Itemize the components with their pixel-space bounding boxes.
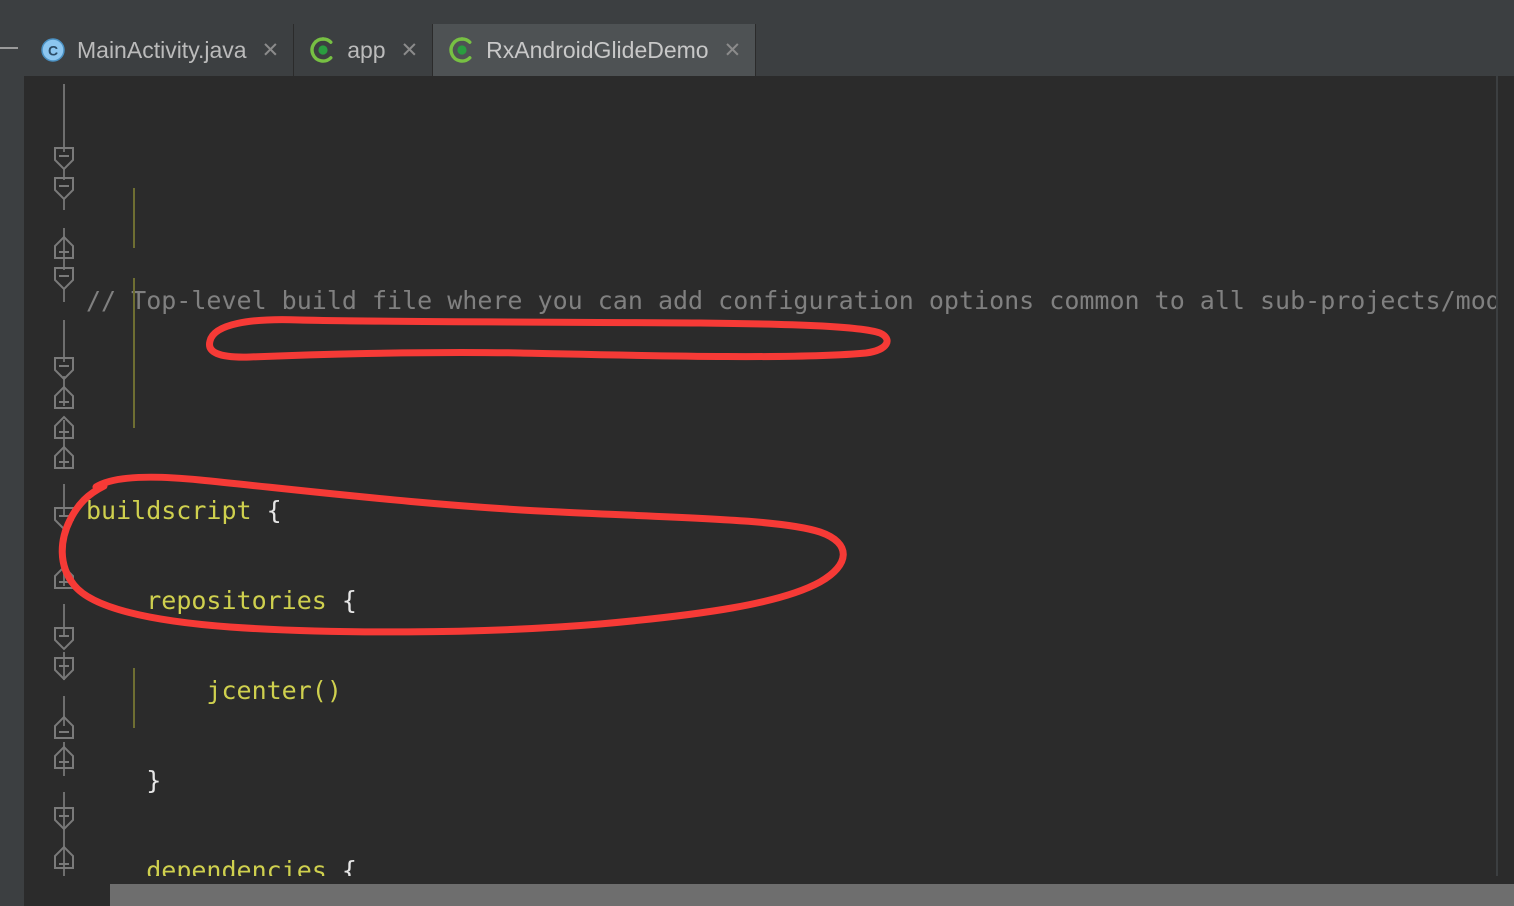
code-token-jcenter: jcenter() — [206, 676, 342, 705]
code-token-dependencies: dependencies — [146, 856, 327, 876]
code-editor[interactable]: // Top-level build file where you can ad… — [24, 76, 1514, 876]
code-line: dependencies { — [86, 856, 1514, 876]
tab-label: app — [347, 36, 386, 63]
tab-label: MainActivity.java — [77, 36, 247, 63]
gradle-icon — [310, 37, 333, 63]
indent-guide — [133, 278, 135, 428]
tab-rxandroidglidedemo[interactable]: RxAndroidGlideDemo ✕ — [433, 24, 757, 76]
code-line: } — [86, 766, 1514, 796]
ide-window: st) C MainActivity.java ✕ app ✕ — [0, 0, 1514, 906]
scrollbar-thumb[interactable] — [110, 884, 1514, 906]
code-token-brace: { — [251, 496, 282, 525]
editor-gutter[interactable] — [24, 76, 86, 876]
code-line: // Top-level build file where you can ad… — [86, 286, 1514, 315]
code-line: jcenter() — [86, 676, 1514, 706]
code-text-area[interactable]: // Top-level build file where you can ad… — [86, 76, 1514, 876]
java-class-icon: C — [41, 38, 65, 62]
tab-close-icon[interactable]: ✕ — [262, 40, 280, 61]
scrollbar-track[interactable] — [24, 884, 110, 906]
indent-guide — [133, 668, 135, 728]
tab-label: RxAndroidGlideDemo — [486, 36, 709, 63]
fold-markers[interactable] — [24, 76, 86, 876]
code-token-brace: } — [146, 766, 162, 795]
code-line: repositories { — [86, 586, 1514, 616]
arrow-left-icon[interactable] — [0, 42, 20, 54]
tab-close-icon[interactable]: ✕ — [401, 40, 419, 61]
editor-right-filler — [1498, 76, 1514, 876]
code-line: buildscript { — [86, 496, 1514, 526]
svg-text:C: C — [48, 43, 58, 59]
tab-app[interactable]: app ✕ — [294, 24, 434, 76]
horizontal-scrollbar[interactable] — [24, 884, 1514, 906]
code-token-brace: { — [326, 856, 357, 876]
tab-main-activity[interactable]: C MainActivity.java ✕ — [24, 24, 295, 76]
indent-guide — [133, 188, 135, 248]
code-token-buildscript: buildscript — [86, 496, 252, 525]
code-token-comment: // Top-level build file where you can ad… — [86, 286, 1514, 315]
gradle-icon — [449, 37, 472, 63]
code-token-brace: { — [326, 586, 357, 615]
tab-close-icon[interactable]: ✕ — [724, 40, 742, 61]
code-token-repositories: repositories — [146, 586, 327, 615]
editor-tab-bar: C MainActivity.java ✕ app ✕ RxAndroidGli… — [24, 0, 1514, 76]
left-tool-rail — [0, 0, 24, 906]
